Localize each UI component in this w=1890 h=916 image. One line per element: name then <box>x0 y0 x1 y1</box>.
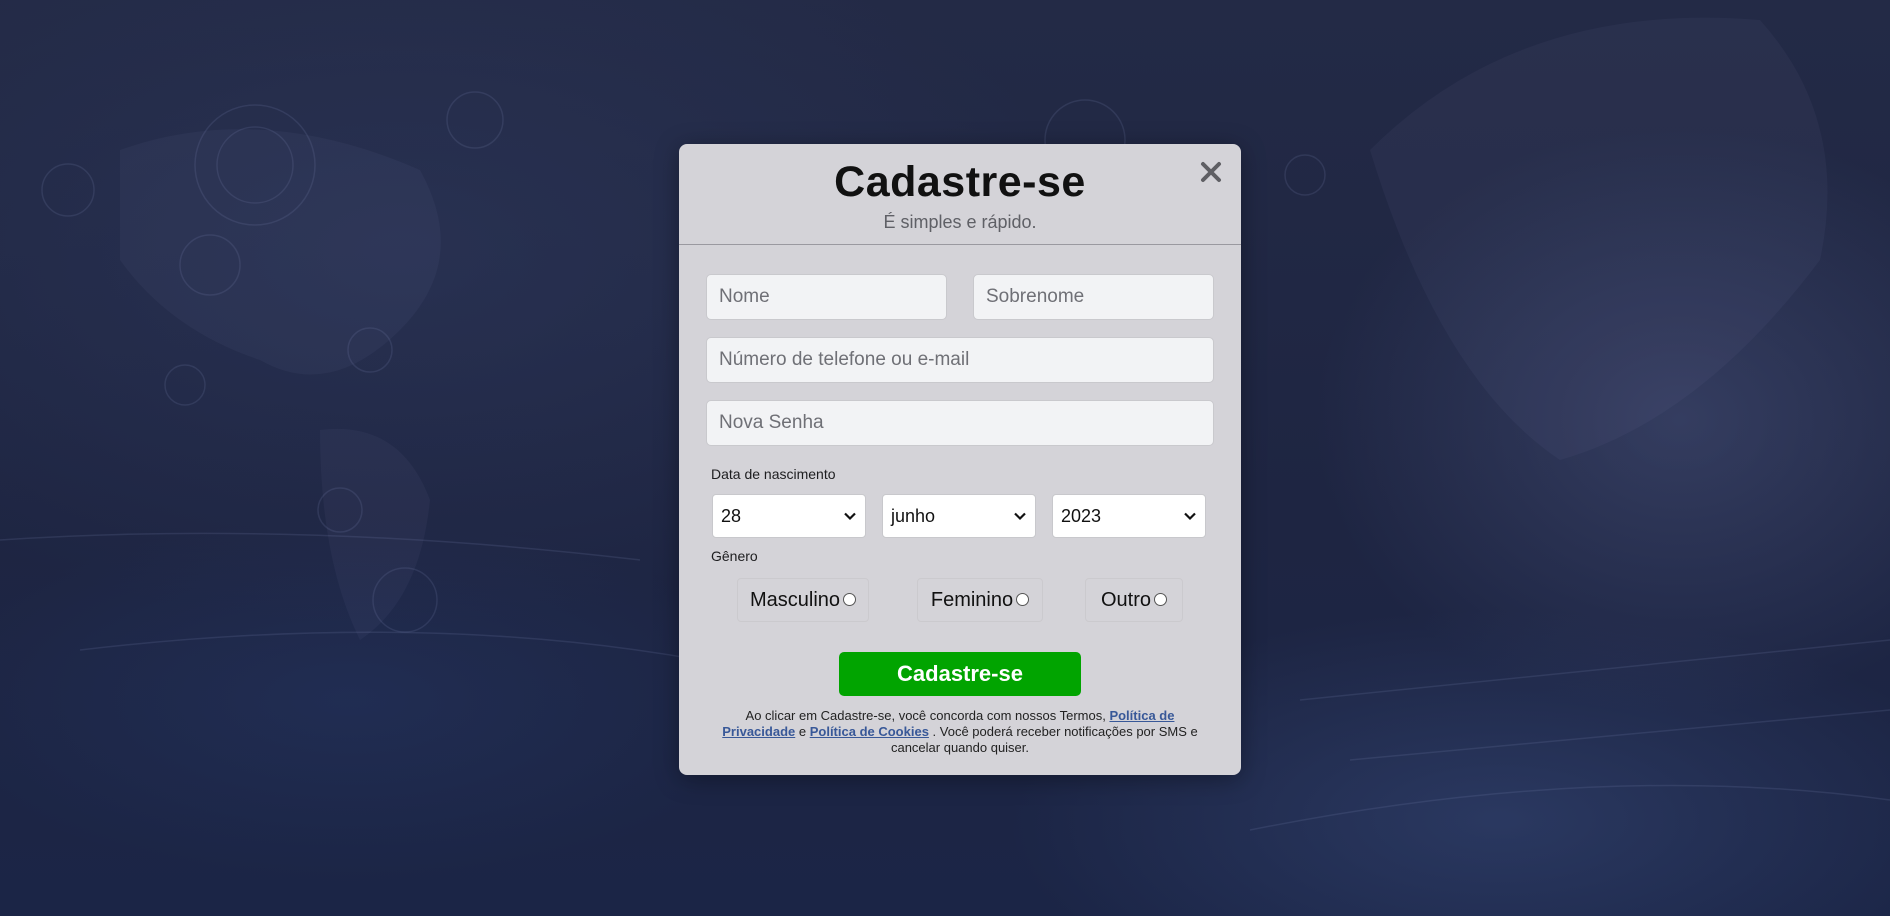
first-name-input[interactable] <box>706 274 947 320</box>
radio-button[interactable] <box>1154 592 1168 606</box>
password-input[interactable] <box>706 400 1214 446</box>
gender-option-label: Outro <box>1100 588 1152 611</box>
cookies-policy-link[interactable]: Política de Cookies <box>810 724 929 739</box>
birthdate-label: Data de nascimento <box>711 466 836 482</box>
close-button[interactable] <box>1197 158 1225 186</box>
terms-text-after: . Você poderá receber notificações por S… <box>890 724 1198 755</box>
birth-month-value: junho <box>891 505 936 526</box>
modal-subtitle: É simples e rápido. <box>883 212 1037 232</box>
modal-title: Cadastre-se <box>834 158 1086 206</box>
gender-option-label: Feminino <box>930 588 1014 611</box>
gender-option-feminino[interactable]: Feminino <box>917 578 1043 622</box>
gender-option-outro[interactable]: Outro <box>1085 578 1183 622</box>
radio-button[interactable] <box>1016 592 1030 606</box>
last-name-input[interactable] <box>973 274 1214 320</box>
birth-year-value: 2023 <box>1061 505 1102 526</box>
modal-header: Cadastre-se É simples e rápido. <box>679 144 1241 245</box>
signup-submit-button[interactable]: Cadastre-se <box>839 652 1081 696</box>
chevron-down-icon <box>1184 512 1196 521</box>
close-icon <box>1201 162 1221 182</box>
gender-label: Gênero <box>711 548 758 564</box>
birth-month-select[interactable]: junho <box>882 494 1036 538</box>
chevron-down-icon <box>844 512 856 521</box>
gender-option-label: Masculino <box>749 588 841 611</box>
birth-day-select[interactable]: 28 <box>712 494 866 538</box>
radio-button[interactable] <box>843 592 857 606</box>
signup-modal: Cadastre-se É simples e rápido. Data de … <box>679 144 1241 775</box>
birth-day-value: 28 <box>721 505 742 526</box>
terms-text: Ao clicar em Cadastre-se, você concorda … <box>745 708 1110 723</box>
contact-input[interactable] <box>706 337 1214 383</box>
terms-connector: e <box>795 724 810 739</box>
terms-notice: Ao clicar em Cadastre-se, você concorda … <box>711 708 1209 756</box>
chevron-down-icon <box>1014 512 1026 521</box>
birth-year-select[interactable]: 2023 <box>1052 494 1206 538</box>
gender-option-masculino[interactable]: Masculino <box>737 578 869 622</box>
